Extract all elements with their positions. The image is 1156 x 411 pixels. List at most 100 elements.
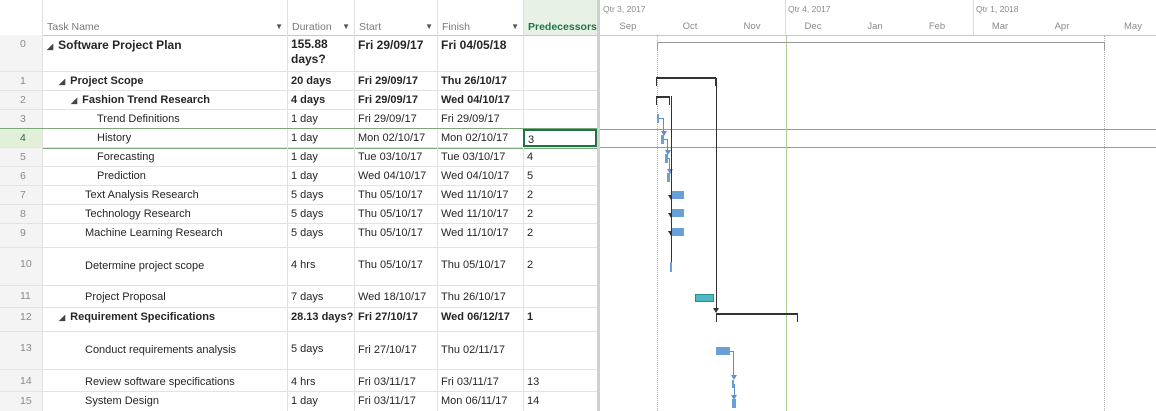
- project-summary-bar[interactable]: [657, 42, 1105, 50]
- filter-dropdown-icon[interactable]: ▼: [511, 21, 519, 33]
- duration-cell[interactable]: 1 day: [287, 129, 354, 147]
- finish-cell[interactable]: Fri 29/09/17: [437, 110, 523, 128]
- duration-cell[interactable]: 5 days: [287, 224, 354, 247]
- duration-cell[interactable]: 4 hrs: [287, 248, 354, 285]
- finish-cell[interactable]: Thu 26/10/17: [437, 72, 523, 90]
- duration-cell[interactable]: 5 days: [287, 332, 354, 369]
- duration-cell[interactable]: 1 day: [287, 148, 354, 166]
- duration-cell[interactable]: 20 days: [287, 72, 354, 90]
- finish-cell[interactable]: Tue 03/10/17: [437, 148, 523, 166]
- table-row[interactable]: 13 Conduct requirements analysis 5 days …: [0, 332, 597, 370]
- task-name-cell[interactable]: ◢ Requirement Specifications: [42, 308, 287, 331]
- predecessors-cell[interactable]: 4: [523, 148, 597, 166]
- predecessors-cell[interactable]: [523, 35, 597, 71]
- table-row[interactable]: 11 Project Proposal 7 days Wed 18/10/17 …: [0, 286, 597, 308]
- finish-cell[interactable]: Wed 11/10/17: [437, 224, 523, 247]
- gantt-chart[interactable]: Qtr 3, 2017 Qtr 4, 2017 Qtr 1, 2018 Sep …: [600, 0, 1156, 411]
- collapse-triangle-icon[interactable]: ◢: [59, 77, 65, 86]
- gantt-row-selected[interactable]: [600, 129, 1156, 148]
- table-row[interactable]: 9 Machine Learning Research 5 days Thu 0…: [0, 224, 597, 248]
- summary-bar[interactable]: [656, 77, 716, 86]
- finish-cell[interactable]: Thu 26/10/17: [437, 286, 523, 307]
- start-cell[interactable]: Thu 05/10/17: [354, 224, 437, 247]
- task-name-cell[interactable]: Trend Definitions: [42, 110, 287, 128]
- predecessors-cell[interactable]: 2: [523, 205, 597, 223]
- start-cell[interactable]: Thu 05/10/17: [354, 186, 437, 204]
- task-bar[interactable]: [672, 228, 684, 236]
- predecessors-cell[interactable]: 2: [523, 186, 597, 204]
- task-name-cell[interactable]: Project Proposal: [42, 286, 287, 307]
- table-row[interactable]: 0 ◢ Software Project Plan 155.88 days? Fr…: [0, 35, 597, 72]
- finish-cell[interactable]: Wed 11/10/17: [437, 186, 523, 204]
- column-header-predecessors[interactable]: Predecessors: [523, 0, 597, 35]
- column-header-finish[interactable]: Finish ▼: [437, 0, 523, 35]
- finish-cell[interactable]: Mon 02/10/17: [437, 129, 523, 147]
- predecessors-cell[interactable]: [523, 332, 597, 369]
- task-bar[interactable]: [716, 347, 730, 355]
- start-cell[interactable]: Fri 27/10/17: [354, 308, 437, 331]
- table-row[interactable]: 2 ◢ Fashion Trend Research 4 days Fri 29/…: [0, 91, 597, 110]
- start-cell[interactable]: Wed 04/10/17: [354, 167, 437, 185]
- task-name-cell[interactable]: Conduct requirements analysis: [42, 332, 287, 369]
- duration-cell[interactable]: 28.13 days?: [287, 308, 354, 331]
- start-cell[interactable]: Wed 18/10/17: [354, 286, 437, 307]
- finish-cell[interactable]: Wed 11/10/17: [437, 205, 523, 223]
- table-row[interactable]: 15 System Design 1 day Fri 03/11/17 Mon …: [0, 392, 597, 411]
- start-cell[interactable]: Fri 27/10/17: [354, 332, 437, 369]
- task-name-cell[interactable]: ◢ Project Scope: [42, 72, 287, 90]
- start-cell[interactable]: Tue 03/10/17: [354, 148, 437, 166]
- task-name-cell[interactable]: ◢ Fashion Trend Research: [42, 91, 287, 109]
- predecessors-cell[interactable]: [523, 286, 597, 307]
- task-name-cell[interactable]: Prediction: [42, 167, 287, 185]
- filter-dropdown-icon[interactable]: ▼: [275, 21, 283, 33]
- predecessors-cell[interactable]: 13: [523, 370, 597, 391]
- duration-cell[interactable]: 5 days: [287, 186, 354, 204]
- summary-bar[interactable]: [716, 313, 798, 322]
- task-name-cell[interactable]: Determine project scope: [42, 248, 287, 285]
- predecessors-cell[interactable]: 14: [523, 392, 597, 411]
- predecessors-cell-active[interactable]: 3: [523, 129, 597, 147]
- start-cell[interactable]: Thu 05/10/17: [354, 205, 437, 223]
- start-cell[interactable]: Fri 29/09/17: [354, 110, 437, 128]
- table-row-selected[interactable]: 4 History 1 day Mon 02/10/17 Mon 02/10/1…: [0, 128, 598, 149]
- predecessors-cell[interactable]: 1: [523, 308, 597, 331]
- task-bar[interactable]: [670, 262, 672, 272]
- start-cell[interactable]: Fri 29/09/17: [354, 91, 437, 109]
- start-cell[interactable]: Fri 29/09/17: [354, 72, 437, 90]
- task-bar[interactable]: [672, 191, 684, 199]
- duration-cell[interactable]: 4 days: [287, 91, 354, 109]
- start-cell[interactable]: Mon 02/10/17: [354, 129, 437, 147]
- start-cell[interactable]: Fri 29/09/17: [354, 35, 437, 71]
- finish-cell[interactable]: Mon 06/11/17: [437, 392, 523, 411]
- filter-dropdown-icon[interactable]: ▼: [342, 21, 350, 33]
- predecessors-cell[interactable]: [523, 110, 597, 128]
- table-row[interactable]: 7 Text Analysis Research 5 days Thu 05/1…: [0, 186, 597, 205]
- predecessors-cell[interactable]: 2: [523, 224, 597, 247]
- finish-cell[interactable]: Thu 02/11/17: [437, 332, 523, 369]
- duration-cell[interactable]: 4 hrs: [287, 370, 354, 391]
- table-row[interactable]: 12 ◢ Requirement Specifications 28.13 day…: [0, 308, 597, 332]
- table-row[interactable]: 10 Determine project scope 4 hrs Thu 05/…: [0, 248, 597, 286]
- column-header-task-name[interactable]: Task Name ▼: [42, 0, 287, 35]
- column-header-duration[interactable]: Duration ▼: [287, 0, 354, 35]
- task-bar[interactable]: [672, 209, 684, 217]
- task-name-cell[interactable]: Review software specifications: [42, 370, 287, 391]
- task-name-cell[interactable]: Forecasting: [42, 148, 287, 166]
- collapse-triangle-icon[interactable]: ◢: [59, 313, 65, 322]
- task-name-cell[interactable]: History: [42, 129, 287, 147]
- finish-cell[interactable]: Thu 05/10/17: [437, 248, 523, 285]
- duration-cell[interactable]: 1 day: [287, 392, 354, 411]
- table-row[interactable]: 14 Review software specifications 4 hrs …: [0, 370, 597, 392]
- predecessors-cell[interactable]: [523, 91, 597, 109]
- task-name-cell[interactable]: System Design: [42, 392, 287, 411]
- finish-cell[interactable]: Wed 04/10/17: [437, 167, 523, 185]
- collapse-triangle-icon[interactable]: ◢: [71, 96, 77, 105]
- task-bar[interactable]: [667, 173, 670, 182]
- duration-cell[interactable]: 5 days: [287, 205, 354, 223]
- finish-cell[interactable]: Wed 04/10/17: [437, 91, 523, 109]
- duration-cell[interactable]: 155.88 days?: [287, 35, 354, 71]
- task-name-cell[interactable]: Machine Learning Research: [42, 224, 287, 247]
- task-name-cell[interactable]: Text Analysis Research: [42, 186, 287, 204]
- table-row[interactable]: 3 Trend Definitions 1 day Fri 29/09/17 F…: [0, 110, 597, 129]
- table-row[interactable]: 5 Forecasting 1 day Tue 03/10/17 Tue 03/…: [0, 148, 597, 167]
